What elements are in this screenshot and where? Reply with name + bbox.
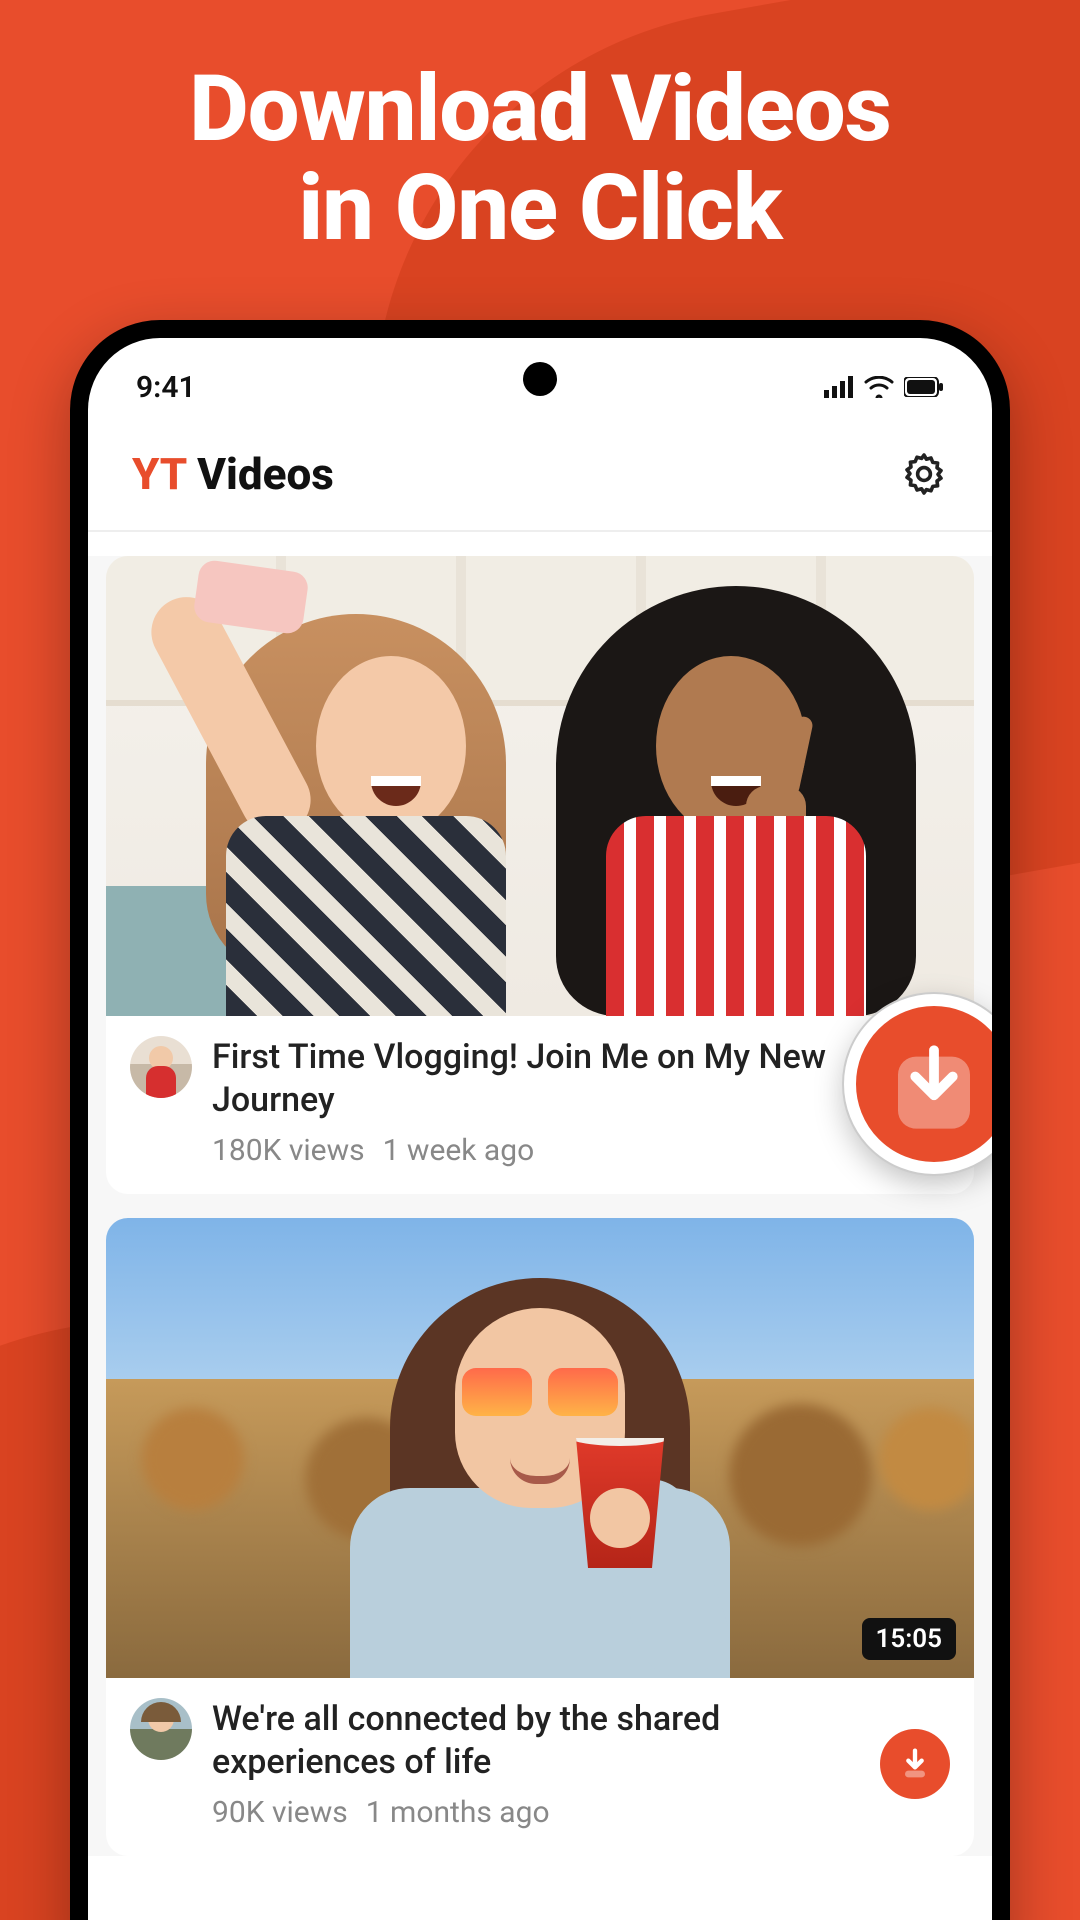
video-thumbnail[interactable]: 15:05	[106, 1218, 974, 1678]
promo-headline: Download Videos in One Click	[0, 0, 1080, 259]
app-title: YT Videos	[132, 448, 334, 500]
channel-avatar[interactable]	[130, 1698, 192, 1760]
video-age: 1 week ago	[383, 1133, 535, 1168]
brand-word: Videos	[186, 448, 334, 500]
download-icon	[895, 1744, 935, 1784]
views-count: 90K views	[212, 1795, 348, 1830]
camera-notch	[523, 362, 557, 396]
status-icons	[824, 376, 944, 398]
download-button[interactable]	[880, 1729, 950, 1799]
video-stats: 90K views 1 months ago	[212, 1795, 860, 1830]
headline-line-1: Download Videos	[0, 60, 1080, 159]
channel-avatar[interactable]	[130, 1036, 192, 1098]
status-time: 9:41	[136, 370, 196, 405]
promo-background: Download Videos in One Click 9:41 YT Vid…	[0, 0, 1080, 1920]
views-count: 180K views	[212, 1133, 365, 1168]
video-card[interactable]: 15:05 We're all connected by the shared …	[106, 1218, 974, 1856]
phone-frame: 9:41 YT Videos	[70, 320, 1010, 1920]
video-thumbnail[interactable]	[106, 556, 974, 1016]
headline-line-2: in One Click	[0, 159, 1080, 258]
video-card[interactable]: First Time Vlogging! Join Me on My New J…	[106, 556, 974, 1194]
wifi-icon	[864, 376, 894, 398]
app-header: YT Videos	[88, 418, 992, 532]
video-age: 1 months ago	[366, 1795, 550, 1830]
video-title: First Time Vlogging! Join Me on My New J…	[212, 1036, 950, 1121]
cellular-icon	[824, 376, 854, 398]
video-stats: 180K views 1 week ago	[212, 1133, 950, 1168]
settings-button[interactable]	[900, 450, 948, 498]
video-feed[interactable]: First Time Vlogging! Join Me on My New J…	[88, 556, 992, 1856]
video-meta: First Time Vlogging! Join Me on My New J…	[106, 1016, 974, 1194]
battery-icon	[904, 377, 944, 397]
video-meta: We're all connected by the shared experi…	[106, 1678, 974, 1856]
brand-prefix: YT	[132, 448, 186, 500]
video-duration-badge: 15:05	[862, 1618, 957, 1660]
phone-screen: 9:41 YT Videos	[88, 338, 992, 1920]
video-title: We're all connected by the shared experi…	[212, 1698, 860, 1783]
